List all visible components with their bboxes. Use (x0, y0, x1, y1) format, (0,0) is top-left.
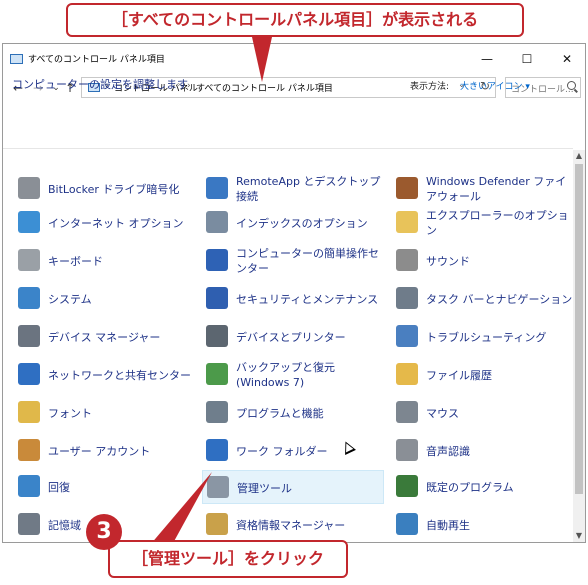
top-callout: ［すべてのコントロールパネル項目］が表示される (66, 3, 524, 37)
step-number-badge: 3 (86, 514, 122, 550)
callout-pointers (150, 37, 272, 545)
bottom-callout-pointer (150, 472, 212, 545)
top-callout-pointer (252, 37, 272, 82)
bottom-callout: ［管理ツール］をクリック (108, 540, 348, 578)
